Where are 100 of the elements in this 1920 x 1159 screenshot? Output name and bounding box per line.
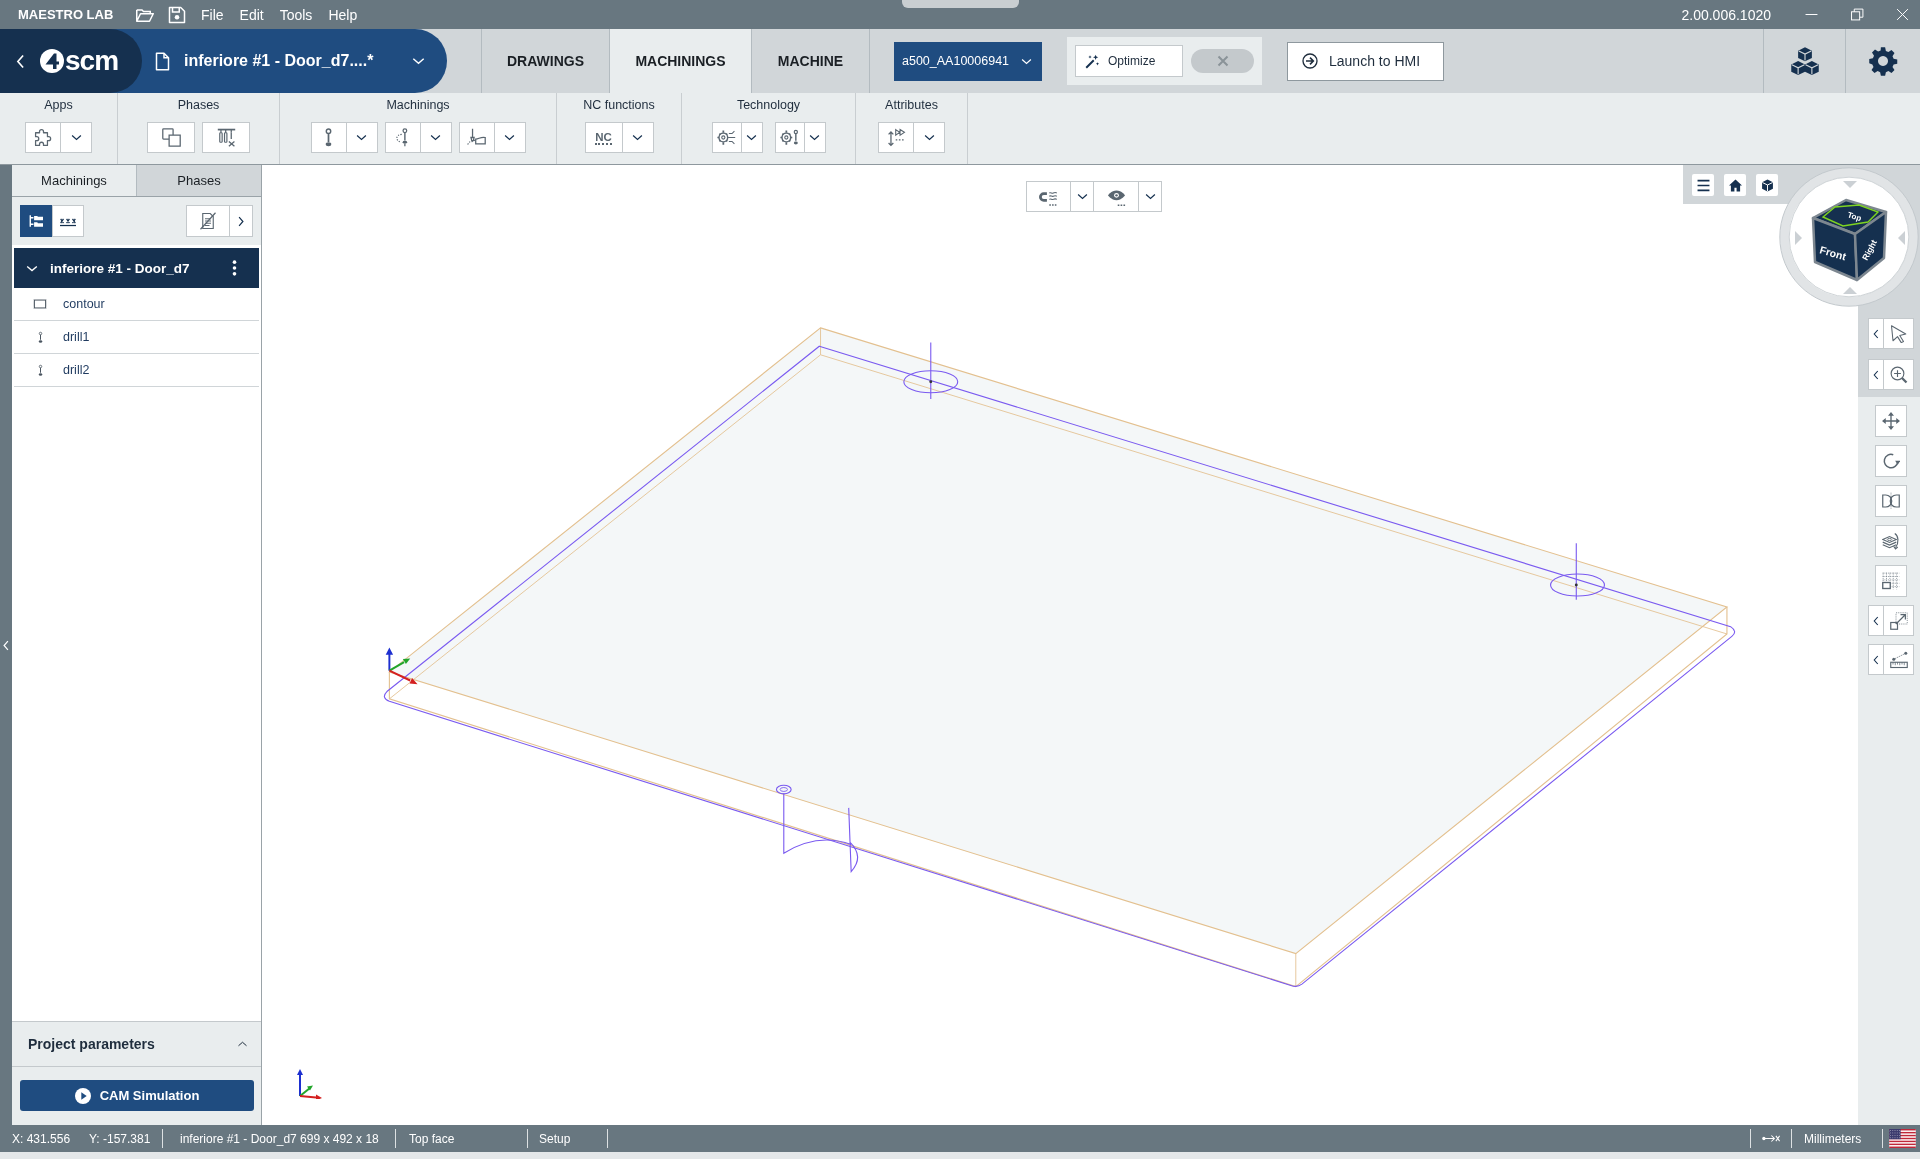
copy-icon <box>161 128 181 147</box>
tool-button[interactable] <box>1884 605 1914 636</box>
grid-button[interactable] <box>1875 565 1907 597</box>
view-cube[interactable] <box>1811 198 1888 282</box>
home-icon <box>1728 178 1742 192</box>
tool-path-icon <box>467 128 486 147</box>
tab[interactable]: Phases <box>137 165 261 196</box>
ruler-icon <box>1889 650 1908 669</box>
cam-simulation-button[interactable]: CAM Simulation <box>20 1080 254 1111</box>
tool-button[interactable] <box>202 122 250 153</box>
tree-item-label: drill2 <box>63 363 90 377</box>
names-view-button[interactable] <box>52 205 84 237</box>
pan-button[interactable] <box>1875 405 1907 437</box>
back-icon[interactable] <box>16 53 25 69</box>
tool-button[interactable]: NC <box>584 122 623 153</box>
close-icon[interactable] <box>1896 8 1909 21</box>
tree-item[interactable]: drill1 <box>14 321 259 354</box>
group-label: Technology <box>736 97 801 113</box>
caret-icon[interactable] <box>238 1041 247 1047</box>
tool-button[interactable] <box>878 122 914 153</box>
dropdown-button[interactable] <box>741 122 763 153</box>
restore-icon[interactable] <box>1851 8 1864 21</box>
tree-item[interactable]: contour <box>14 288 259 321</box>
optimize-button[interactable]: Optimize <box>1075 45 1184 77</box>
rectangle-icon <box>33 299 47 309</box>
axis-triad-icon <box>295 1069 323 1099</box>
magic-wand-icon <box>1085 53 1100 69</box>
cube-face-label[interactable]: Top <box>1846 210 1863 224</box>
rotate-button[interactable] <box>1875 445 1907 477</box>
drill-icon <box>38 363 43 377</box>
cursor-icon <box>1889 324 1908 343</box>
navigation-ring[interactable] <box>1779 167 1919 307</box>
optimize-toggle[interactable] <box>1191 49 1254 73</box>
mirror-button[interactable] <box>1875 485 1907 517</box>
cube-face-label[interactable]: Front <box>1818 243 1848 263</box>
machine-dropdown[interactable]: a500_AA10006941 <box>894 41 1042 81</box>
chevron-down-icon[interactable] <box>412 57 425 65</box>
project-parameters-header[interactable]: Project parameters <box>12 1021 261 1067</box>
chevron-down-icon <box>632 134 643 141</box>
tab[interactable]: MACHININGS <box>610 29 752 93</box>
visibility-button[interactable] <box>1094 181 1139 212</box>
drag-handle[interactable] <box>902 0 1019 8</box>
menu-item[interactable]: Help <box>328 6 358 23</box>
puzzle-icon <box>33 128 53 147</box>
dropdown-button[interactable] <box>1139 181 1162 212</box>
menu-item[interactable]: Tools <box>279 6 313 23</box>
tree-root-row[interactable]: inferiore #1 - Door_d7 <box>14 248 259 288</box>
tool-button[interactable] <box>1884 318 1914 349</box>
tree-view-button[interactable] <box>20 205 52 237</box>
document-title[interactable]: inferiore #1 - Door_d7....* <box>184 52 374 70</box>
tool-button[interactable] <box>711 122 742 153</box>
dropdown-button[interactable] <box>804 122 826 153</box>
launch-button[interactable]: Launch to HMI <box>1287 41 1444 81</box>
logo-mark-icon <box>40 49 64 73</box>
chevron-down-icon <box>504 134 515 141</box>
units-label[interactable]: Millimeters <box>1804 1131 1862 1146</box>
tool-button[interactable] <box>458 122 495 153</box>
snap-button[interactable] <box>1026 181 1071 212</box>
more-icon[interactable] <box>232 260 237 276</box>
cubes-icon <box>1788 46 1821 76</box>
chevron-down-icon <box>746 134 757 141</box>
dropdown-button[interactable] <box>1071 181 1094 212</box>
chevron-right-icon <box>238 215 244 227</box>
menu-button[interactable] <box>1692 174 1714 196</box>
play-icon <box>74 1087 91 1104</box>
gear-lines-icon <box>717 128 736 147</box>
tool-button[interactable] <box>1884 359 1914 390</box>
tool-button[interactable] <box>1884 644 1914 675</box>
menu-item[interactable]: File <box>201 6 224 23</box>
home-button[interactable] <box>1724 174 1746 196</box>
chevron-left-icon <box>1873 328 1879 339</box>
chevron-icon[interactable] <box>26 264 38 272</box>
x-coordinate: X: 431.556 <box>12 1131 72 1146</box>
arrow-line-icon[interactable] <box>1762 1134 1780 1143</box>
gear-drill-icon <box>780 128 799 147</box>
layers-icon <box>1882 532 1900 550</box>
group-label: Phases <box>177 97 220 113</box>
tool-button[interactable] <box>147 122 195 153</box>
arrows-flags-icon <box>886 128 906 147</box>
flag-icon[interactable] <box>1889 1129 1916 1148</box>
part-info: inferiore #1 - Door_d7 699 x 492 x 18 <box>180 1131 379 1146</box>
tool-button[interactable] <box>384 122 421 153</box>
tool-button[interactable] <box>310 122 347 153</box>
tree-item-label: contour <box>63 297 105 311</box>
expand-button[interactable] <box>230 205 253 237</box>
cube-view-button[interactable] <box>1756 174 1778 196</box>
move-icon <box>1882 412 1900 430</box>
folder-icon[interactable] <box>136 6 154 23</box>
version-label: 2.00.006.1020 <box>1681 6 1771 23</box>
filter-button[interactable] <box>186 205 230 237</box>
menu-item[interactable]: Edit <box>239 6 264 23</box>
group-label: Machinings <box>386 97 450 113</box>
section-button[interactable] <box>1875 525 1907 557</box>
save-icon[interactable] <box>168 5 186 24</box>
chevron-down-icon <box>1144 193 1156 200</box>
tree-item[interactable]: drill2 <box>14 354 259 387</box>
chevron-left-icon <box>1873 615 1879 626</box>
tool-button[interactable] <box>774 122 805 153</box>
tool-button[interactable] <box>25 122 61 153</box>
face-label: Top face <box>409 1131 455 1146</box>
